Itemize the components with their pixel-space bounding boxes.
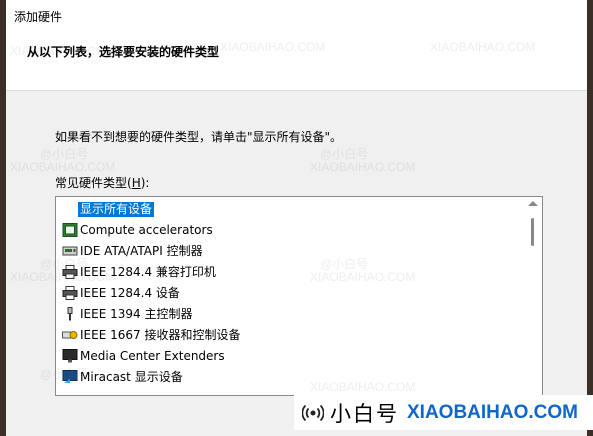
wizard-heading: 从以下列表，选择要安装的硬件类型 [27, 45, 220, 59]
desktop-edge-right [587, 0, 593, 436]
list-item-label: Media Center Extenders [80, 349, 225, 363]
list-item-media-center-extenders[interactable]: Media Center Extenders [56, 346, 522, 367]
instruction-text: 如果看不到想要的硬件类型，请单击"显示所有设备"。 [55, 130, 343, 144]
list-item-miracast[interactable]: Miracast 显示设备 [56, 367, 522, 388]
list-item-label: IEEE 1284.4 兼容打印机 [80, 265, 216, 279]
list-label-prefix: 常见硬件类型( [55, 176, 132, 190]
miracast-icon [62, 370, 78, 383]
hardware-list-items: 显示所有设备 Compute accelerators IDE ATA/ATAP… [56, 199, 522, 388]
list-item-label: Miracast 显示设备 [80, 370, 183, 384]
add-hardware-dialog: 添加硬件 从以下列表，选择要安装的硬件类型 如果看不到想要的硬件类型，请单击"显… [6, 0, 587, 436]
title-bar: 添加硬件 [6, 0, 587, 30]
list-item-show-all-devices[interactable]: 显示所有设备 [56, 199, 522, 220]
vertical-scrollbar[interactable] [524, 197, 542, 395]
usb-plug-icon [67, 307, 73, 321]
window-title: 添加硬件 [14, 10, 63, 24]
wizard-header: 从以下列表，选择要安装的硬件类型 [6, 30, 587, 91]
list-item-ieee-1394-controller[interactable]: IEEE 1394 主控制器 [56, 304, 522, 325]
list-item-label: IEEE 1667 接收器和控制设备 [80, 328, 241, 342]
scroll-up-arrow-icon[interactable] [528, 201, 538, 206]
printer-icon [62, 286, 78, 300]
broadcast-icon [302, 404, 324, 421]
brand-watermark-bar: 小白号 XIAOBAIHAO.COM [294, 395, 593, 430]
drive-controller-icon [62, 246, 78, 256]
list-item-label: IEEE 1394 主控制器 [80, 307, 193, 321]
list-item-ieee-1284-printer[interactable]: IEEE 1284.4 兼容打印机 [56, 262, 522, 283]
list-item-ide-ata-atapi[interactable]: IDE ATA/ATAPI 控制器 [56, 241, 522, 262]
list-label-suffix: ): [140, 176, 150, 190]
brand-name-cn: 小白号 [330, 401, 399, 426]
list-item-ieee-1284-device[interactable]: IEEE 1284.4 设备 [56, 283, 522, 304]
list-item-compute-accelerators[interactable]: Compute accelerators [56, 220, 522, 241]
key-device-icon [62, 331, 78, 339]
hardware-type-listbox[interactable]: 显示所有设备 Compute accelerators IDE ATA/ATAP… [55, 196, 543, 396]
chip-icon [62, 223, 78, 237]
list-item-label: IEEE 1284.4 设备 [80, 286, 180, 300]
printer-icon [62, 265, 78, 279]
list-item-label: IDE ATA/ATAPI 控制器 [80, 244, 203, 258]
brand-name-en: XIAOBAIHAO.COM [407, 401, 578, 423]
list-label-accelerator: H [131, 176, 141, 190]
list-item-ieee-1667[interactable]: IEEE 1667 接收器和控制设备 [56, 325, 522, 346]
monitor-icon [62, 349, 78, 363]
scroll-thumb[interactable] [531, 218, 534, 246]
hardware-list-label: 常见硬件类型(H): [55, 174, 149, 191]
list-item-label: Compute accelerators [80, 223, 213, 237]
list-item-label: 显示所有设备 [78, 202, 155, 217]
